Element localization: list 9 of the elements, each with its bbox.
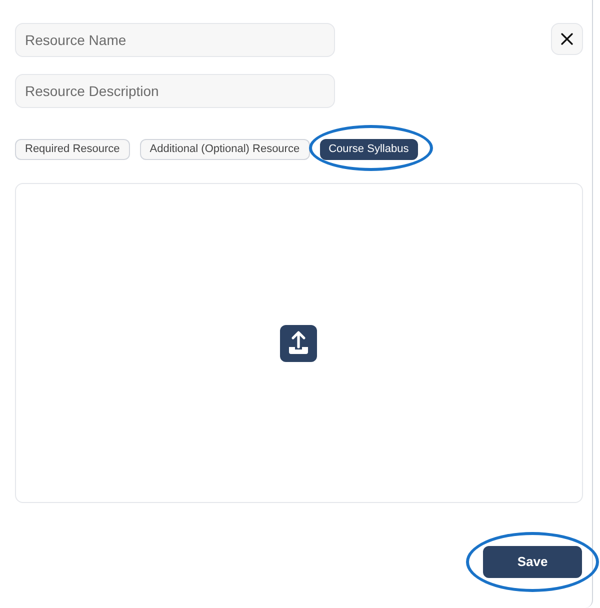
upload-icon [280, 325, 316, 362]
save-button[interactable]: Save [483, 546, 582, 578]
text-field[interactable]: Resource Name [15, 23, 335, 57]
type-tab[interactable]: Required Resource [15, 138, 130, 160]
text-field[interactable]: Resource Description [15, 74, 335, 108]
close-button[interactable] [551, 23, 583, 55]
type-tab[interactable]: Course Syllabus [320, 138, 418, 160]
type-tab[interactable]: Additional (Optional) Resource [140, 138, 310, 160]
close-icon [561, 33, 573, 45]
